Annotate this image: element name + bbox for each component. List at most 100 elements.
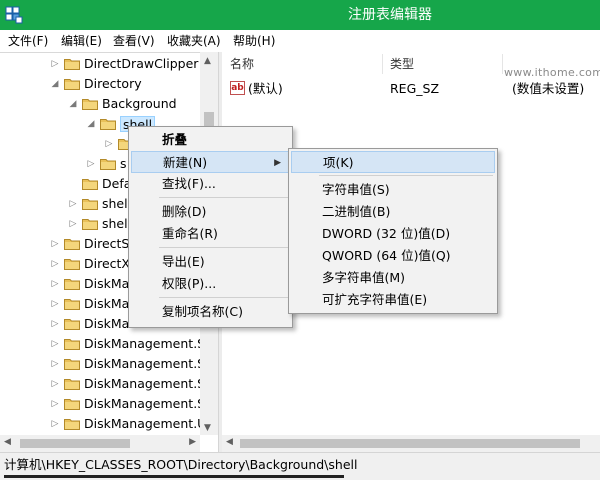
menu-item[interactable]: 删除(D) bbox=[131, 201, 290, 223]
column-header-name[interactable]: 名称 bbox=[230, 56, 254, 72]
expand-arrow-icon[interactable]: ▷ bbox=[68, 217, 78, 231]
menu-file[interactable]: 文件(F) bbox=[8, 33, 48, 50]
menu-bar: 文件(F) 编辑(E) 查看(V) 收藏夹(A) 帮助(H) bbox=[0, 30, 600, 52]
value-type: REG_SZ bbox=[390, 81, 440, 96]
tree-item[interactable]: ◢ Directory bbox=[0, 74, 200, 94]
menu-help[interactable]: 帮助(H) bbox=[233, 33, 275, 50]
menu-item-label: 删除(D) bbox=[162, 204, 207, 219]
column-header-type[interactable]: 类型 bbox=[390, 56, 414, 72]
expand-arrow-icon[interactable]: ▷ bbox=[50, 397, 60, 411]
folder-icon bbox=[64, 77, 80, 90]
expand-arrow-icon[interactable]: ▷ bbox=[50, 377, 60, 391]
menu-item[interactable]: QWORD (64 位)值(Q) bbox=[291, 245, 495, 267]
menu-item[interactable]: 折叠 bbox=[131, 129, 290, 151]
menu-item-label: DWORD (32 位)值(D) bbox=[322, 226, 451, 241]
scroll-left-icon[interactable]: ◀ bbox=[226, 437, 233, 447]
menu-item[interactable]: 导出(E) bbox=[131, 251, 290, 273]
menu-item[interactable]: DWORD (32 位)值(D) bbox=[291, 223, 495, 245]
tree-item-label: DiskMa bbox=[84, 276, 130, 291]
scroll-right-icon[interactable]: ▶ bbox=[189, 437, 196, 447]
folder-icon bbox=[64, 397, 80, 410]
collapse-arrow-icon[interactable]: ◢ bbox=[50, 77, 60, 91]
menu-item[interactable]: 复制项名称(C) bbox=[131, 301, 290, 323]
expand-arrow-icon[interactable]: ▷ bbox=[50, 417, 60, 431]
menu-item[interactable]: 字符串值(S) bbox=[291, 179, 495, 201]
folder-icon bbox=[100, 157, 116, 170]
expand-arrow-icon[interactable]: ▷ bbox=[50, 357, 60, 371]
tree-item-label: DirectX bbox=[84, 256, 130, 271]
tree-item[interactable]: ▷ DirectDrawClipper bbox=[0, 54, 200, 74]
expand-arrow-icon[interactable]: ▷ bbox=[50, 257, 60, 271]
tree-item[interactable]: ▷ DiskManagement.Sı bbox=[0, 354, 209, 374]
expand-arrow-icon[interactable]: ▷ bbox=[50, 57, 60, 71]
expand-arrow-icon[interactable]: ▷ bbox=[50, 337, 60, 351]
menu-item[interactable]: 项(K) bbox=[291, 151, 495, 173]
menu-edit[interactable]: 编辑(E) bbox=[61, 33, 102, 50]
folder-icon bbox=[64, 257, 80, 270]
folder-icon bbox=[82, 177, 98, 190]
scroll-up-icon[interactable]: ▲ bbox=[204, 56, 211, 66]
tree-hscroll-thumb[interactable] bbox=[20, 439, 130, 448]
column-divider[interactable] bbox=[382, 54, 383, 74]
expand-arrow-icon[interactable]: ▷ bbox=[68, 197, 78, 211]
menu-item-label: 复制项名称(C) bbox=[162, 304, 243, 319]
tree-item-label: DiskManagement.Sı bbox=[84, 336, 209, 351]
menu-item[interactable]: 二进制值(B) bbox=[291, 201, 495, 223]
tree-item-label: s bbox=[120, 156, 127, 171]
menu-view[interactable]: 查看(V) bbox=[113, 33, 155, 50]
scroll-left-icon[interactable]: ◀ bbox=[4, 437, 11, 447]
tree-item[interactable]: ▷ DiskManagement.Sı bbox=[0, 374, 209, 394]
collapse-arrow-icon[interactable]: ◢ bbox=[68, 97, 78, 111]
tree-item-label: Directory bbox=[84, 76, 142, 91]
collapse-arrow-icon[interactable]: ◢ bbox=[86, 117, 96, 131]
menu-item[interactable]: 新建(N) ▶ bbox=[131, 151, 290, 173]
expand-arrow-icon[interactable]: ▷ bbox=[50, 277, 60, 291]
folder-icon bbox=[82, 217, 98, 230]
watermark-text: www.ithome.com bbox=[504, 66, 600, 79]
tree-item[interactable]: ▷ DiskManagement.Sı bbox=[0, 334, 209, 354]
folder-icon bbox=[82, 97, 98, 110]
menu-item[interactable]: 查找(F)... bbox=[131, 173, 290, 195]
folder-icon bbox=[64, 297, 80, 310]
tree-item-label: DirectS bbox=[84, 236, 130, 251]
submenu-arrow-icon: ▶ bbox=[274, 158, 281, 168]
expand-arrow-icon[interactable]: ▷ bbox=[104, 137, 114, 151]
tree-item-label: Background bbox=[102, 96, 177, 111]
menu-item-label: 新建(N) bbox=[163, 155, 208, 170]
menu-item[interactable]: 重命名(R) bbox=[131, 223, 290, 245]
menu-item[interactable]: 权限(P)... bbox=[131, 273, 290, 295]
tree-item-label: DiskManagement.Sı bbox=[84, 396, 209, 411]
menu-separator bbox=[159, 297, 288, 298]
menu-item[interactable]: 可扩充字符串值(E) bbox=[291, 289, 495, 311]
menu-item-label: 多字符串值(M) bbox=[322, 270, 406, 285]
folder-icon bbox=[64, 377, 80, 390]
tree-item-label: DiskManagement.Sı bbox=[84, 356, 209, 371]
tree-item-label: DiskMa bbox=[84, 296, 130, 311]
tree-item-label: DiskMa bbox=[84, 316, 130, 331]
status-bar: 计算机\HKEY_CLASSES_ROOT\Directory\Backgrou… bbox=[0, 452, 600, 480]
expand-arrow-icon[interactable]: ▷ bbox=[50, 237, 60, 251]
tree-item[interactable]: ▷ DiskManagement.U bbox=[0, 414, 207, 434]
list-hscroll-thumb[interactable] bbox=[240, 439, 580, 448]
tree-item[interactable]: ▷ DiskManagement.Sı bbox=[0, 394, 209, 414]
menu-favorites[interactable]: 收藏夹(A) bbox=[167, 33, 221, 50]
expand-arrow-icon[interactable]: ▷ bbox=[50, 317, 60, 331]
tree-item-label: shel bbox=[102, 216, 128, 231]
menu-item[interactable]: 多字符串值(M) bbox=[291, 267, 495, 289]
menu-separator bbox=[319, 175, 493, 176]
expand-arrow-icon[interactable]: ▷ bbox=[50, 297, 60, 311]
menu-item-label: 查找(F)... bbox=[162, 176, 216, 191]
tree-item-label: DirectDrawClipper bbox=[84, 56, 199, 71]
column-divider[interactable] bbox=[502, 54, 503, 74]
tree-item[interactable]: ◢ Background bbox=[0, 94, 200, 114]
expand-arrow-icon[interactable]: ▷ bbox=[86, 157, 96, 171]
menu-item-label: 二进制值(B) bbox=[322, 204, 391, 219]
scroll-down-icon[interactable]: ▼ bbox=[204, 423, 211, 433]
list-horizontal-scrollbar[interactable]: ◀ bbox=[222, 435, 600, 452]
folder-icon bbox=[64, 337, 80, 350]
tree-horizontal-scrollbar[interactable]: ◀ ▶ bbox=[0, 435, 200, 452]
menu-item-label: 重命名(R) bbox=[162, 226, 218, 241]
title-bar[interactable]: 注册表编辑器 bbox=[0, 0, 600, 30]
menu-item-label: 权限(P)... bbox=[162, 276, 217, 291]
value-row[interactable]: ab (默认) REG_SZ (数值未设置) bbox=[222, 79, 600, 99]
